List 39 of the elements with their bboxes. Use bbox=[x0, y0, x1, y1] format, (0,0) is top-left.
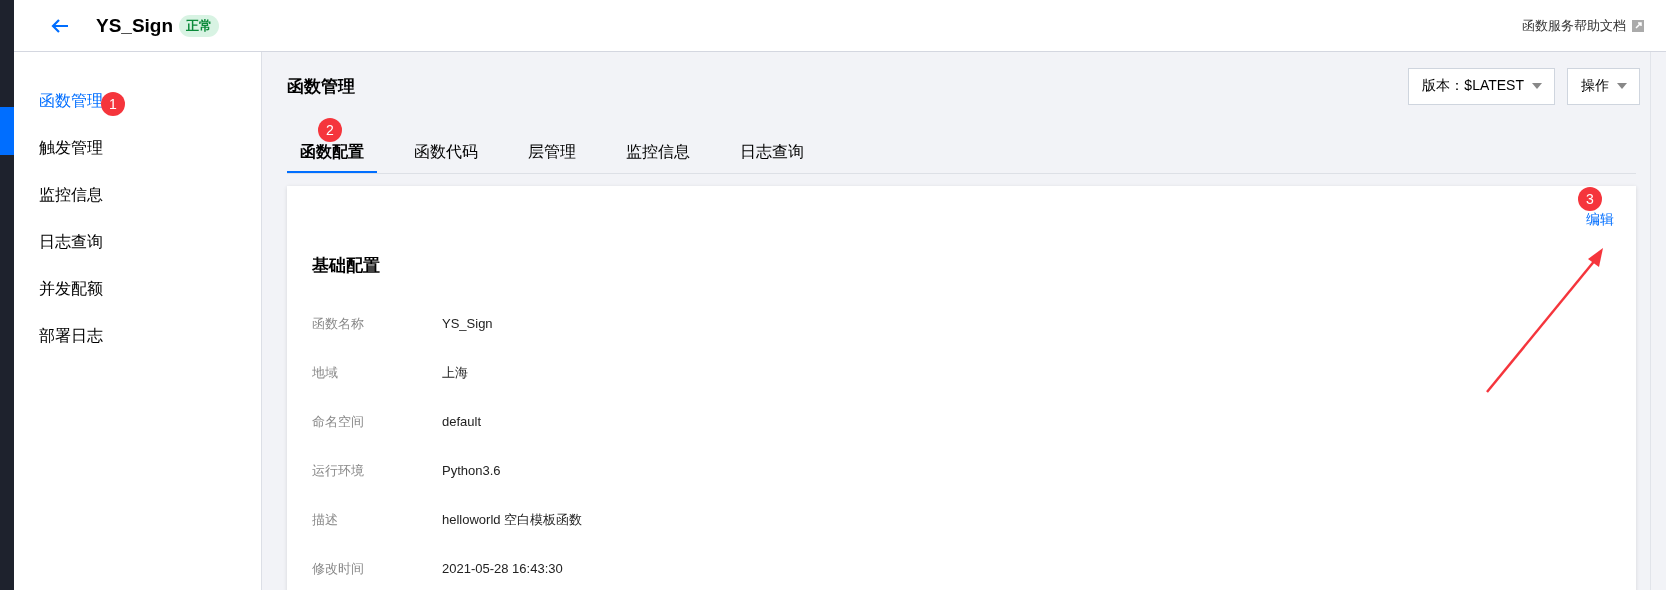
field-value: YS_Sign bbox=[442, 316, 493, 331]
field-label: 命名空间 bbox=[312, 412, 365, 431]
page-title: 函数管理 bbox=[287, 75, 355, 98]
field-value: default bbox=[442, 414, 482, 429]
field-label: 函数名称 bbox=[312, 314, 365, 333]
actions-select[interactable]: 操作 bbox=[1567, 67, 1640, 105]
scrollbar[interactable] bbox=[1650, 52, 1666, 590]
field-value: 上海 bbox=[442, 363, 468, 382]
caret-icon bbox=[1532, 83, 1542, 89]
caret-icon bbox=[1617, 83, 1627, 89]
field-label: 地域 bbox=[312, 363, 339, 382]
sidebar-item[interactable]: 日志查询 bbox=[39, 232, 103, 253]
tab[interactable]: 层管理 bbox=[515, 142, 589, 173]
annotation-marker: 2 bbox=[318, 118, 342, 142]
status-badge: 正常 bbox=[179, 14, 220, 37]
external-link-icon[interactable] bbox=[1632, 19, 1644, 32]
field-value: helloworld 空白模板函数 bbox=[442, 510, 583, 529]
help-doc-link[interactable]: 函数服务帮助文档 bbox=[1522, 16, 1626, 35]
back-arrow-icon[interactable] bbox=[50, 17, 70, 34]
field-label: 描述 bbox=[312, 510, 339, 529]
section-title: 基础配置 bbox=[312, 255, 381, 277]
annotation-marker: 1 bbox=[101, 91, 125, 116]
function-title: YS_Sign bbox=[96, 14, 174, 37]
tab[interactable]: 函数配置 bbox=[287, 142, 377, 173]
annotation-marker: 3 bbox=[1578, 187, 1602, 211]
version-select[interactable]: 版本：$LATEST bbox=[1408, 67, 1555, 105]
tab[interactable]: 函数代码 bbox=[401, 142, 491, 173]
tab[interactable]: 日志查询 bbox=[727, 142, 817, 173]
field-label: 修改时间 bbox=[312, 559, 365, 578]
sidebar-item[interactable]: 部署日志 bbox=[39, 326, 103, 347]
field-value: 2021-05-28 16:43:30 bbox=[442, 561, 563, 576]
field-value: Python3.6 bbox=[442, 463, 501, 478]
field-label: 运行环境 bbox=[312, 461, 365, 480]
edit-link[interactable]: 编辑 bbox=[1586, 211, 1614, 229]
tab[interactable]: 监控信息 bbox=[613, 142, 703, 173]
sidebar-item[interactable]: 触发管理 bbox=[39, 138, 103, 159]
sidebar-item[interactable]: 并发配额 bbox=[39, 279, 103, 300]
sidebar-item[interactable]: 函数管理 bbox=[39, 91, 103, 112]
sidebar-item[interactable]: 监控信息 bbox=[39, 185, 103, 206]
